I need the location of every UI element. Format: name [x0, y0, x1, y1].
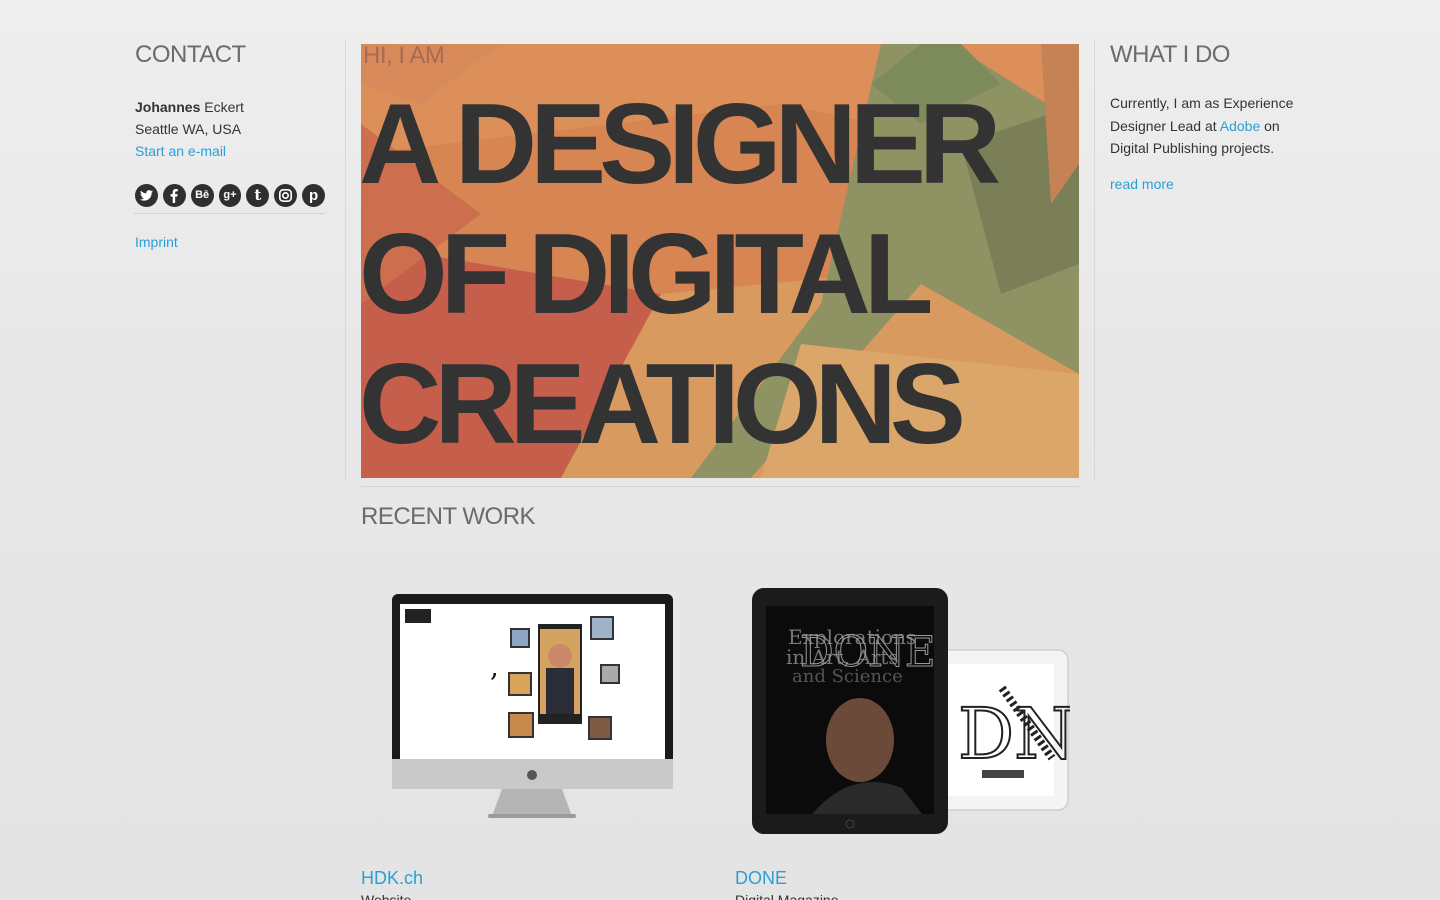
ipad-thumbnail: DN Explorations in Art, Arts and Science…: [752, 588, 1076, 834]
svg-text:DN: DN: [958, 693, 1070, 775]
what-i-do-column: WHAT I DO Currently, I am as Experience …: [1110, 40, 1310, 192]
what-i-do-text: Currently, I am as Experience Designer L…: [1110, 92, 1310, 160]
hero-title: A DESIGNER OF DIGITAL CREATIONS: [361, 80, 1079, 470]
work-subtitle-hdk: Website: [361, 892, 412, 900]
first-name: Johannes: [135, 99, 201, 115]
work-title-done[interactable]: DONE: [735, 868, 787, 889]
read-more-link[interactable]: read more: [1110, 176, 1174, 192]
contact-column: CONTACT Johannes Eckert Seattle WA, USA …: [135, 40, 330, 250]
work-title-hdk[interactable]: HDK.ch: [361, 868, 423, 889]
section-divider: [361, 486, 1079, 487]
imac-thumbnail: ,: [392, 594, 673, 818]
hero-line-2: OF DIGITAL: [361, 211, 933, 338]
google-plus-icon[interactable]: g+: [218, 184, 242, 207]
work-item-done[interactable]: DN Explorations in Art, Arts and Science…: [735, 588, 1076, 900]
twitter-icon[interactable]: [135, 184, 158, 207]
left-divider: [345, 40, 346, 480]
tumblr-icon[interactable]: t: [246, 184, 270, 207]
svg-text:,: ,: [490, 650, 499, 683]
facebook-icon[interactable]: [162, 184, 186, 207]
imprint-link[interactable]: Imprint: [135, 234, 178, 250]
behance-icon[interactable]: Bē: [190, 184, 214, 207]
social-links: Bē g+ t p: [135, 184, 326, 214]
work-subtitle-done: Digital Magazine: [735, 892, 839, 900]
contact-heading: CONTACT: [135, 41, 246, 68]
contact-location: Seattle WA, USA: [135, 121, 242, 137]
pinterest-icon[interactable]: p: [302, 184, 326, 207]
instagram-icon[interactable]: [274, 184, 298, 207]
work-item-hdk[interactable]: , HDK.ch Website: [361, 594, 675, 900]
contact-name: Johannes Eckert: [135, 96, 330, 118]
right-divider: [1094, 40, 1095, 480]
svg-text:DONE: DONE: [800, 627, 936, 676]
hero-banner: HI, I AM A DESIGNER OF DIGITAL CREATIONS: [361, 44, 1079, 478]
adobe-link[interactable]: Adobe: [1220, 118, 1260, 134]
recent-work-heading: RECENT WORK: [361, 503, 536, 530]
hero-intro: HI, I AM: [363, 44, 445, 69]
email-link[interactable]: Start an e-mail: [135, 143, 226, 159]
contact-details: Johannes Eckert Seattle WA, USA Start an…: [135, 96, 330, 162]
hero-line-1: A DESIGNER: [361, 81, 1001, 208]
hero-line-3: CREATIONS: [361, 341, 966, 468]
last-name: Eckert: [200, 99, 244, 115]
what-i-do-heading: WHAT I DO: [1110, 41, 1230, 68]
